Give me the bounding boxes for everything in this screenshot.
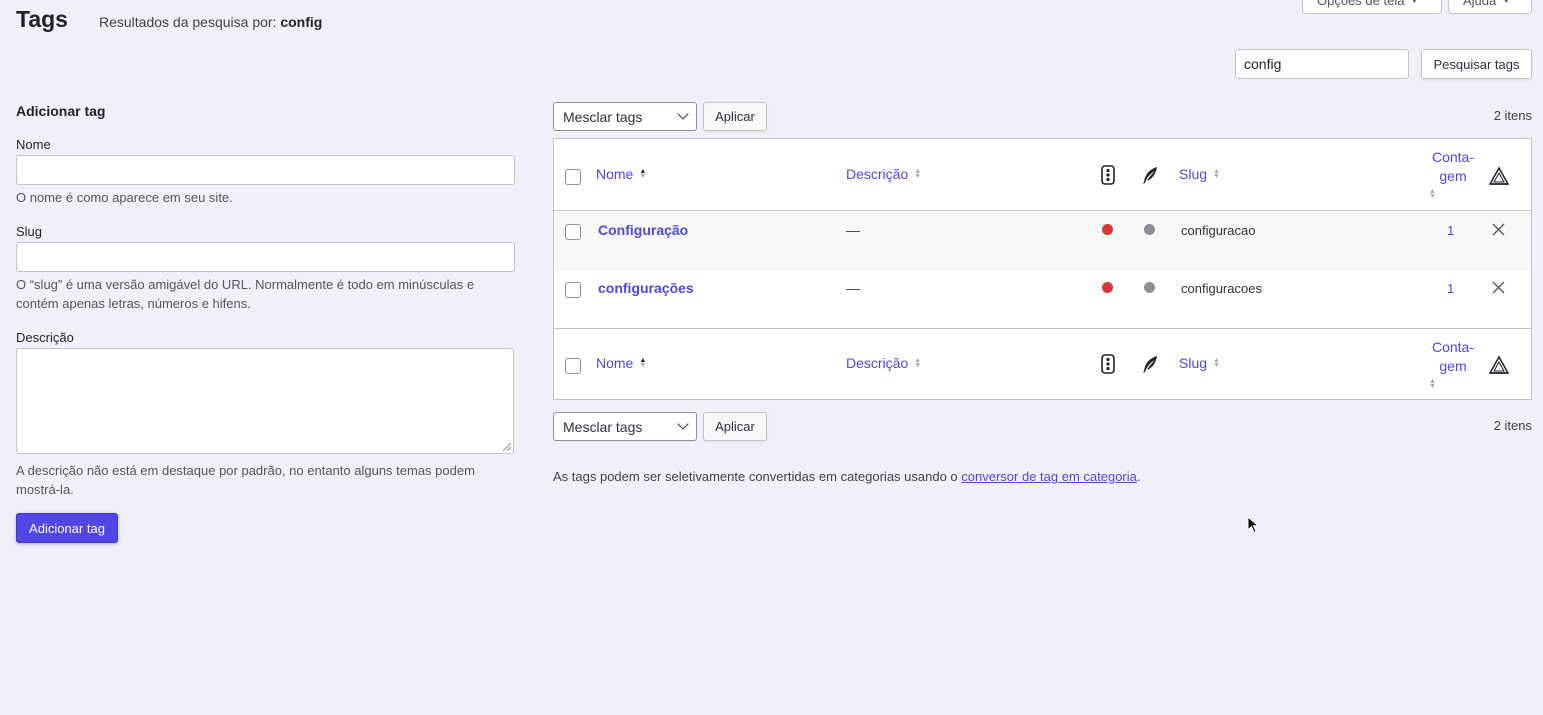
items-count-top: 2 itens — [1493, 108, 1532, 123]
warning-triangle-icon — [1489, 166, 1509, 185]
column-count-label-line1: Conta- — [1431, 339, 1475, 355]
help-label: Ajuda — [1463, 0, 1497, 8]
sort-icon: ▲ ▼ — [914, 168, 922, 180]
tags-table: Nome ▲ ▼ Descrição ▲ ▼ Slug ▲ ▼ Conta- gem … — [553, 138, 1532, 400]
column-description-label: Descrição — [846, 355, 909, 371]
tag-converter-note: As tags podem ser seletivamente converti… — [553, 469, 1141, 484]
note-suffix: . — [1136, 469, 1141, 484]
help-button[interactable]: Ajuda ▼ — [1448, 0, 1532, 14]
slug-input[interactable] — [16, 242, 515, 272]
items-count-bottom: 2 itens — [1493, 418, 1532, 433]
select-all-checkbox[interactable] — [565, 169, 581, 185]
bulk-action-select-bottom[interactable]: Mesclar tags — [553, 412, 697, 441]
table-row: Configuração — configuracao 1 — [554, 212, 1531, 270]
add-tag-heading: Adicionar tag — [16, 103, 106, 119]
column-count-label-line2: gem — [1439, 358, 1467, 374]
tag-name-link[interactable]: Configuração — [598, 222, 688, 238]
close-icon[interactable] — [1492, 223, 1505, 236]
feather-icon — [1143, 167, 1157, 184]
row-checkbox[interactable] — [565, 282, 581, 298]
search-result-text: Resultados da pesquisa por: config — [99, 14, 322, 30]
status-red-dot — [1102, 224, 1113, 235]
tag-description: — — [846, 222, 860, 238]
name-input[interactable] — [16, 155, 515, 185]
status-red-dot — [1102, 282, 1113, 293]
column-slug-label: Slug — [1179, 166, 1208, 182]
column-slug-sort[interactable]: Slug ▲ ▼ — [1179, 355, 1220, 371]
screen-options-label: Opções de tela — [1317, 0, 1405, 8]
note-prefix: As tags podem ser seletivamente converti… — [553, 469, 962, 484]
slug-help: O “slug” é uma versão amigável do URL. N… — [16, 277, 475, 311]
tag-name-link[interactable]: configurações — [598, 280, 694, 296]
sort-icon: ▲ ▼ — [639, 357, 647, 369]
name-label: Nome — [16, 137, 51, 152]
sort-icon: ▲ ▼ — [1213, 168, 1220, 180]
column-name-label: Nome — [596, 166, 634, 182]
table-header: Nome ▲ ▼ Descrição ▲ ▼ Slug ▲ ▼ Conta- gem … — [554, 139, 1531, 211]
column-name-sort[interactable]: Nome ▲ ▼ — [596, 355, 646, 371]
column-count-sort[interactable]: Conta- gem — [1430, 148, 1476, 186]
resize-grip-icon[interactable] — [503, 443, 511, 451]
sort-icon: ▲ ▼ — [1429, 378, 1436, 390]
tag-slug: configuracao — [1181, 223, 1256, 238]
column-description-label: Descrição — [846, 166, 909, 182]
column-name-label: Nome — [596, 355, 634, 371]
sort-icon: ▲ ▼ — [639, 168, 647, 180]
tag-converter-link[interactable]: conversor de tag em categoria — [961, 469, 1137, 484]
column-description-sort[interactable]: Descrição ▲ ▼ — [846, 355, 921, 371]
description-help: A descrição não está em destaque por pad… — [16, 463, 475, 497]
mouse-cursor-icon — [1247, 516, 1259, 534]
screen-options-button[interactable]: Opções de tela ▼ — [1302, 0, 1442, 14]
bulk-action-selected: Mesclar tags — [563, 108, 643, 125]
status-grey-dot — [1144, 282, 1155, 293]
sort-icon: ▲ ▼ — [1429, 188, 1436, 200]
column-count-label-line1: Conta- — [1431, 149, 1475, 165]
table-footer: Nome ▲ ▼ Descrição ▲ ▼ Slug ▲ ▼ Conta- gem … — [554, 328, 1531, 400]
status-grey-dot — [1144, 224, 1155, 235]
feather-icon — [1143, 356, 1157, 373]
apply-button-top[interactable]: Aplicar — [703, 102, 767, 131]
slug-label: Slug — [16, 224, 43, 239]
bulk-action-select-top[interactable]: Mesclar tags — [553, 102, 697, 131]
description-textarea[interactable] — [16, 348, 514, 454]
name-help: O nome é como aparece em seu site. — [16, 190, 233, 205]
traffic-light-icon — [1101, 165, 1115, 185]
warning-triangle-icon — [1489, 355, 1509, 374]
column-count-label-line2: gem — [1439, 168, 1467, 184]
close-icon[interactable] — [1492, 281, 1505, 294]
search-input[interactable]: config — [1235, 49, 1409, 79]
tag-description: — — [846, 280, 860, 296]
row-checkbox[interactable] — [565, 224, 581, 240]
column-description-sort[interactable]: Descrição ▲ ▼ — [846, 166, 921, 182]
sort-icon: ▲ ▼ — [914, 357, 922, 369]
column-slug-label: Slug — [1179, 355, 1208, 371]
bulk-action-selected: Mesclar tags — [563, 418, 643, 435]
description-label: Descrição — [16, 330, 74, 345]
column-count-sort[interactable]: Conta- gem — [1430, 338, 1476, 376]
search-result-term: config — [280, 14, 323, 30]
sort-icon: ▲ ▼ — [1213, 357, 1220, 369]
tag-slug: configuracoes — [1181, 281, 1262, 296]
traffic-light-icon — [1101, 354, 1115, 374]
apply-button-bottom[interactable]: Aplicar — [703, 412, 767, 441]
select-all-checkbox-bottom[interactable] — [565, 358, 581, 374]
search-tags-button[interactable]: Pesquisar tags — [1421, 49, 1532, 79]
table-row: configurações — configuracoes 1 — [554, 270, 1531, 328]
search-result-prefix: Resultados da pesquisa por: — [99, 14, 281, 30]
tag-count-link[interactable]: 1 — [1447, 223, 1454, 238]
tag-count-link[interactable]: 1 — [1447, 281, 1454, 296]
caret-down-icon: ▼ — [1502, 0, 1511, 5]
column-slug-sort[interactable]: Slug ▲ ▼ — [1179, 166, 1220, 182]
chevron-down-icon — [677, 108, 689, 120]
page-title: Tags — [16, 6, 68, 32]
add-tag-button[interactable]: Adicionar tag — [16, 513, 118, 543]
chevron-down-icon — [677, 418, 689, 430]
caret-down-icon: ▼ — [1410, 0, 1419, 5]
column-name-sort[interactable]: Nome ▲ ▼ — [596, 166, 646, 182]
